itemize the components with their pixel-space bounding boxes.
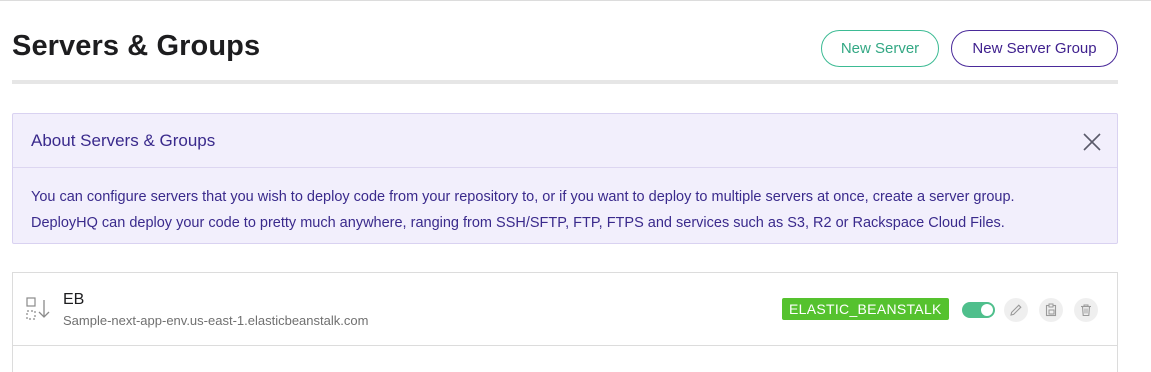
info-panel-header: About Servers & Groups — [13, 114, 1117, 168]
info-panel: About Servers & Groups You can configure… — [12, 113, 1118, 244]
server-hostname: Sample-next-app-env.us-east-1.elasticbea… — [63, 313, 369, 328]
info-text-line-1: You can configure servers that you wish … — [31, 189, 1015, 205]
close-icon[interactable] — [1082, 132, 1102, 152]
new-server-button[interactable]: New Server — [821, 30, 939, 67]
server-name[interactable]: EB — [63, 291, 84, 309]
pencil-icon[interactable] — [1004, 298, 1028, 322]
info-text-line-2: DeployHQ can deploy your code to pretty … — [31, 215, 1005, 231]
trash-icon[interactable] — [1074, 298, 1098, 322]
clipboard-icon[interactable] — [1039, 298, 1063, 322]
new-server-group-button[interactable]: New Server Group — [951, 30, 1118, 67]
server-list: EB Sample-next-app-env.us-east-1.elastic… — [12, 272, 1118, 372]
protocol-badge: ELASTIC_BEANSTALK — [782, 298, 949, 320]
server-row: EB Sample-next-app-env.us-east-1.elastic… — [13, 273, 1117, 346]
drag-handle-icon[interactable] — [26, 297, 52, 321]
info-panel-body: You can configure servers that you wish … — [13, 168, 1117, 236]
info-panel-title: About Servers & Groups — [31, 131, 216, 150]
header-divider — [12, 80, 1118, 84]
server-enabled-toggle[interactable] — [962, 302, 995, 318]
top-border — [0, 0, 1151, 1]
toggle-knob — [981, 304, 993, 316]
page-title: Servers & Groups — [12, 30, 261, 62]
